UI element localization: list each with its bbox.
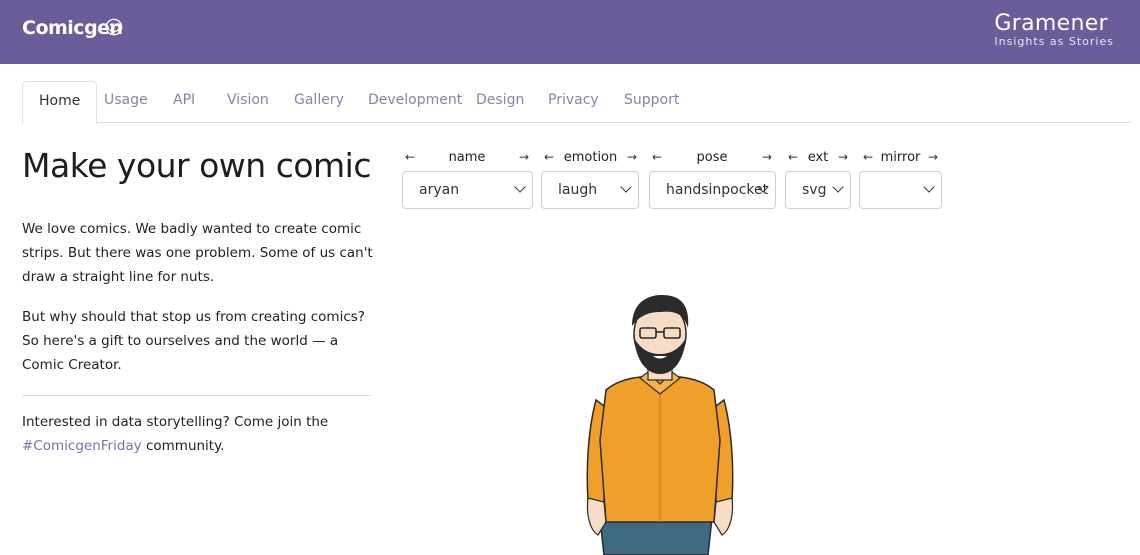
chevron-down-icon	[514, 181, 526, 193]
name-label-row: ← name →	[405, 148, 529, 166]
tab-home[interactable]: Home	[22, 81, 98, 124]
tab-gallery[interactable]: Gallery	[278, 81, 360, 123]
community-prefix: Interested in data storytelling? Come jo…	[22, 414, 329, 430]
name-select[interactable]: aryan	[402, 171, 533, 209]
ext-select-value: svg	[802, 182, 827, 198]
chevron-down-icon	[832, 181, 844, 193]
ext-select[interactable]: svg	[785, 171, 851, 209]
tab-usage[interactable]: Usage	[88, 81, 164, 123]
tab-privacy[interactable]: Privacy	[532, 81, 615, 123]
community-paragraph: Interested in data storytelling? Come jo…	[22, 410, 382, 458]
name-label: name	[448, 149, 486, 165]
pose-prev-arrow[interactable]: ←	[652, 150, 662, 164]
divider	[22, 395, 372, 396]
emotion-select[interactable]: laugh	[541, 171, 639, 209]
ext-next-arrow[interactable]: →	[838, 150, 848, 164]
mirror-prev-arrow[interactable]: ←	[863, 150, 873, 164]
intro-paragraph: We love comics. We badly wanted to creat…	[22, 221, 373, 285]
emotion-next-arrow[interactable]: →	[627, 150, 637, 164]
name-next-arrow[interactable]: →	[519, 150, 529, 164]
tab-design[interactable]: Design	[460, 81, 540, 123]
gift-paragraph: But why should that stop us from creatin…	[22, 309, 365, 373]
mirror-label: mirror	[880, 149, 921, 165]
ext-label-row: ← ext →	[788, 148, 848, 166]
emotion-label: emotion	[563, 149, 618, 165]
pose-select-value: handsinpocket	[666, 182, 769, 198]
chevron-down-icon	[620, 181, 632, 193]
pose-label: pose	[696, 149, 728, 165]
nav-tabs: Home Usage API Vision Gallery Developmen…	[22, 81, 1131, 124]
comic-character-image	[586, 295, 734, 555]
logo-tagline: Insights as Stories	[994, 35, 1114, 48]
ext-label: ext	[807, 149, 829, 165]
pose-label-row: ← pose →	[652, 148, 772, 166]
emotion-select-value: laugh	[558, 182, 598, 198]
logo-name: Gramener	[994, 11, 1108, 36]
mirror-select[interactable]	[859, 171, 942, 209]
name-prev-arrow[interactable]: ←	[405, 150, 415, 164]
chevron-down-icon	[923, 181, 935, 193]
smile-icon: ☺	[104, 17, 124, 39]
tab-vision[interactable]: Vision	[211, 81, 285, 123]
tab-support[interactable]: Support	[608, 81, 695, 123]
emotion-prev-arrow[interactable]: ←	[544, 150, 554, 164]
gramener-logo[interactable]: Gramener Insights as Stories	[994, 12, 1114, 48]
pose-next-arrow[interactable]: →	[762, 150, 772, 164]
mirror-label-row: ← mirror →	[863, 148, 938, 166]
pose-select[interactable]: handsinpocket	[649, 171, 776, 209]
page-title: Make your own comic	[22, 146, 372, 185]
top-header: Comicgen ☺ Gramener Insights as Stories	[0, 0, 1140, 64]
community-suffix: community.	[141, 438, 225, 454]
mirror-next-arrow[interactable]: →	[928, 150, 938, 164]
ext-prev-arrow[interactable]: ←	[788, 150, 798, 164]
name-select-value: aryan	[419, 182, 460, 198]
tab-api[interactable]: API	[157, 81, 211, 123]
emotion-label-row: ← emotion →	[544, 148, 637, 166]
comicgenfriday-link[interactable]: #ComicgenFriday	[22, 438, 142, 454]
